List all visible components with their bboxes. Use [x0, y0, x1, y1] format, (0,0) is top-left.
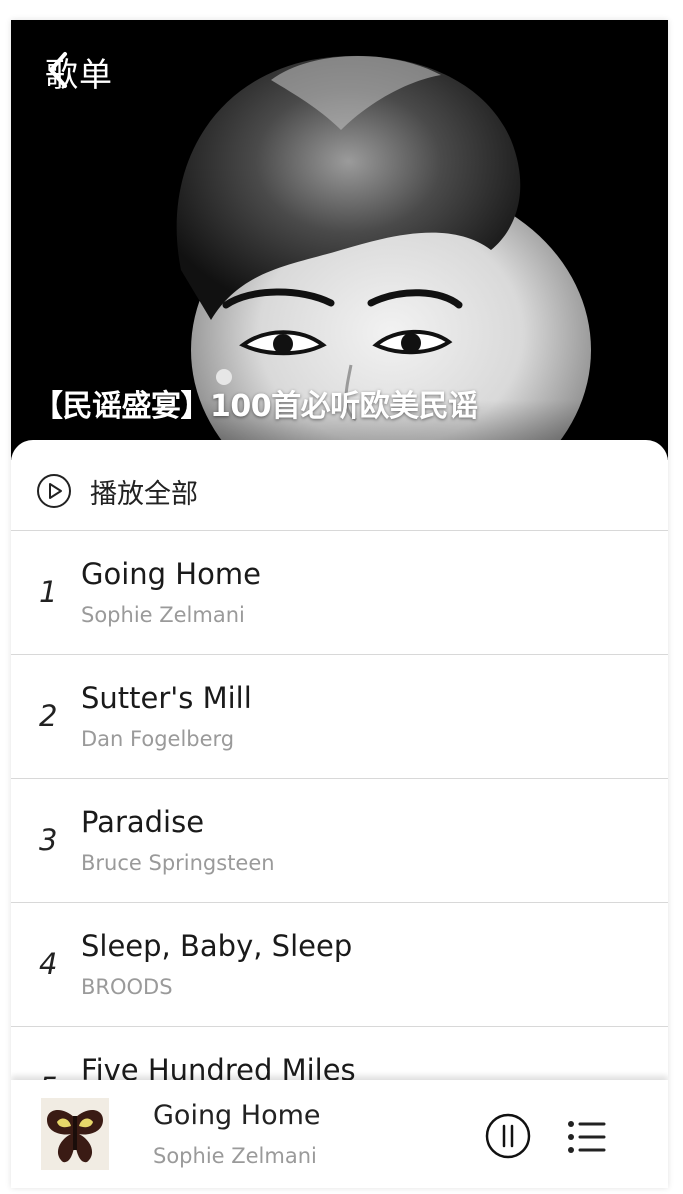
- playlist-cover: 歌单 【民谣盛宴】100首必听欧美民谣: [11, 20, 668, 460]
- play-all-button[interactable]: 播放全部: [11, 440, 668, 531]
- song-index: 1: [39, 575, 58, 609]
- song-row[interactable]: 2 Sutter's Mill Dan Fogelberg: [11, 655, 668, 779]
- back-button[interactable]: 歌单: [45, 50, 113, 94]
- song-name: Going Home: [81, 557, 261, 591]
- pause-circle-icon[interactable]: [485, 1113, 531, 1159]
- song-index: 2: [39, 699, 58, 733]
- song-index: 3: [39, 823, 58, 857]
- song-name: Sleep, Baby, Sleep: [81, 929, 353, 963]
- song-list: 1 Going Home Sophie Zelmani 2 Sutter's M…: [11, 531, 668, 1151]
- play-all-label: 播放全部: [90, 479, 198, 510]
- list-icon[interactable]: [567, 1119, 607, 1155]
- song-name: Paradise: [81, 805, 205, 839]
- playlist-title: 【民谣盛宴】100首必听欧美民谣: [33, 389, 478, 424]
- song-row[interactable]: 3 Paradise Bruce Springsteen: [11, 779, 668, 903]
- song-row[interactable]: 4 Sleep, Baby, Sleep BROODS: [11, 903, 668, 1027]
- song-artist: Bruce Springsteen: [81, 851, 275, 875]
- song-artist: BROODS: [81, 975, 173, 999]
- song-list-sheet: 播放全部 1 Going Home Sophie Zelmani 2 Sutte…: [11, 440, 668, 1188]
- play-circle-icon: [37, 474, 71, 508]
- song-name: Sutter's Mill: [81, 681, 252, 715]
- song-index: 4: [39, 947, 58, 981]
- chevron-left-icon: [49, 52, 67, 88]
- song-artist: Dan Fogelberg: [81, 727, 235, 751]
- song-artist: Sophie Zelmani: [81, 603, 245, 627]
- mini-player[interactable]: Going Home Sophie Zelmani: [11, 1080, 668, 1188]
- song-row[interactable]: 1 Going Home Sophie Zelmani: [11, 531, 668, 655]
- app-frame: 歌单 【民谣盛宴】100首必听欧美民谣 播放全部 1 Going Home So…: [11, 20, 668, 1188]
- now-playing-title: Going Home: [153, 1100, 321, 1131]
- album-cover-thumbnail: [41, 1098, 109, 1170]
- now-playing-artist: Sophie Zelmani: [153, 1144, 317, 1168]
